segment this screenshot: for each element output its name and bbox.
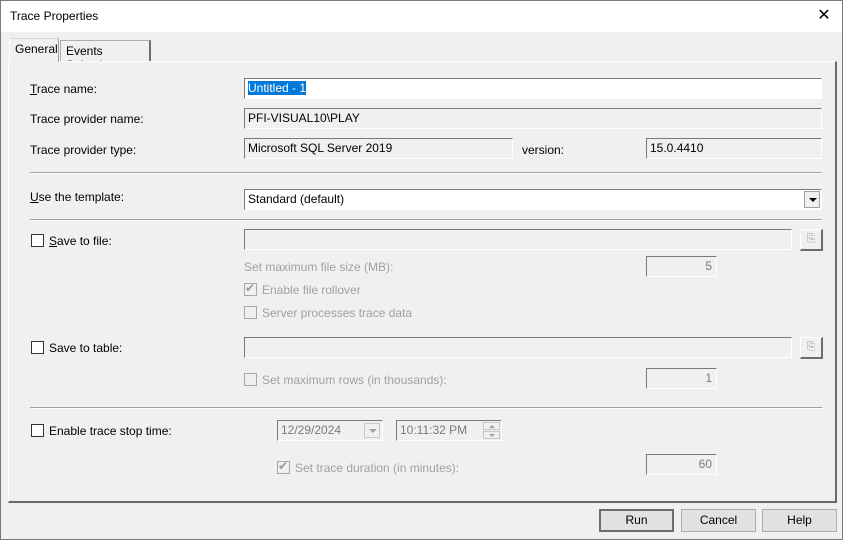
tab-general[interactable]: General [9, 38, 59, 62]
close-icon[interactable]: ✕ [812, 5, 836, 27]
stop-date-picker[interactable]: 12/29/2024 [277, 420, 383, 441]
max-rows-input[interactable]: 1 [646, 368, 717, 389]
separator [30, 219, 822, 221]
trace-duration-checkbox[interactable]: ✔ [277, 459, 290, 474]
spin-down-icon[interactable] [483, 431, 500, 439]
max-file-size-input[interactable]: 5 [646, 256, 717, 277]
template-label: Use the template: [30, 190, 124, 204]
chevron-down-icon[interactable] [364, 423, 380, 438]
save-to-file-label-text: ave to file: [57, 234, 112, 248]
cancel-button[interactable]: Cancel [681, 509, 756, 532]
trace-name-input[interactable]: Untitled - 1 [244, 78, 822, 99]
template-dropdown[interactable]: Standard (default) [244, 189, 822, 210]
stop-time-spinner[interactable]: 10:11:32 PM [396, 420, 502, 441]
provider-type-label: Trace provider type: [30, 143, 137, 157]
trace-properties-dialog: Trace Properties ✕ General Events Select… [0, 0, 843, 540]
trace-name-value: Untitled - 1 [248, 81, 307, 95]
provider-name-label: Trace provider name: [30, 112, 144, 126]
version-field: 15.0.4410 [646, 138, 822, 159]
check-icon: ✔ [278, 459, 289, 473]
browse-file-icon[interactable]: ⎘ [800, 229, 823, 251]
spin-up-icon[interactable] [483, 422, 500, 430]
stop-date-value: 12/29/2024 [281, 423, 342, 437]
provider-name-field: PFI-VISUAL10\PLAY [244, 108, 822, 129]
title-bar: Trace Properties ✕ [1, 1, 842, 32]
general-tab-panel: Trace name: Untitled - 1 Trace provider … [8, 61, 837, 503]
server-processes-label: Server processes trace data [262, 306, 413, 320]
save-to-table-checkbox[interactable] [31, 341, 44, 354]
trace-name-accesskey: T [30, 82, 37, 96]
save-to-file-checkbox[interactable] [31, 234, 44, 247]
version-label: version: [522, 143, 565, 157]
provider-type-field: Microsoft SQL Server 2019 [244, 138, 513, 159]
max-rows-label: Set maximum rows (in thousands): [262, 373, 447, 387]
file-rollover-checkbox[interactable]: ✔ [244, 281, 257, 296]
max-file-size-label: Set maximum file size (MB): [244, 260, 394, 274]
browse-table-icon[interactable]: ⎘ [800, 337, 823, 359]
trace-name-label-text: race name: [36, 82, 97, 96]
separator [30, 172, 822, 174]
trace-duration-input[interactable]: 60 [646, 454, 717, 475]
template-accesskey: U [30, 190, 39, 204]
separator [30, 407, 822, 409]
save-to-file-accesskey: S [49, 234, 58, 248]
enable-stop-time-checkbox[interactable] [31, 424, 44, 437]
save-to-table-label[interactable]: Save to table: [49, 341, 122, 355]
tab-events-selection[interactable]: Events Selection [60, 40, 151, 72]
max-rows-checkbox[interactable] [244, 373, 257, 386]
server-processes-checkbox[interactable] [244, 306, 257, 319]
trace-name-label: Trace name: [30, 82, 97, 96]
trace-duration-label: Set trace duration (in minutes): [295, 461, 460, 475]
file-rollover-label: Enable file rollover [262, 283, 361, 297]
spinner-buttons[interactable] [483, 422, 500, 439]
save-to-table-input[interactable] [244, 337, 792, 358]
chevron-down-icon[interactable] [804, 191, 820, 208]
enable-stop-time-label[interactable]: Enable trace stop time: [49, 424, 172, 438]
run-button[interactable]: Run [599, 509, 674, 532]
help-button[interactable]: Help [762, 509, 837, 532]
save-to-file-label[interactable]: Save to file: [49, 234, 112, 248]
window-title: Trace Properties [10, 9, 99, 23]
template-value: Standard (default) [248, 192, 345, 206]
template-label-text: se the template: [38, 190, 125, 204]
check-icon: ✔ [245, 281, 256, 295]
stop-time-value: 10:11:32 PM [400, 423, 468, 437]
save-to-file-path-input[interactable] [244, 229, 792, 250]
